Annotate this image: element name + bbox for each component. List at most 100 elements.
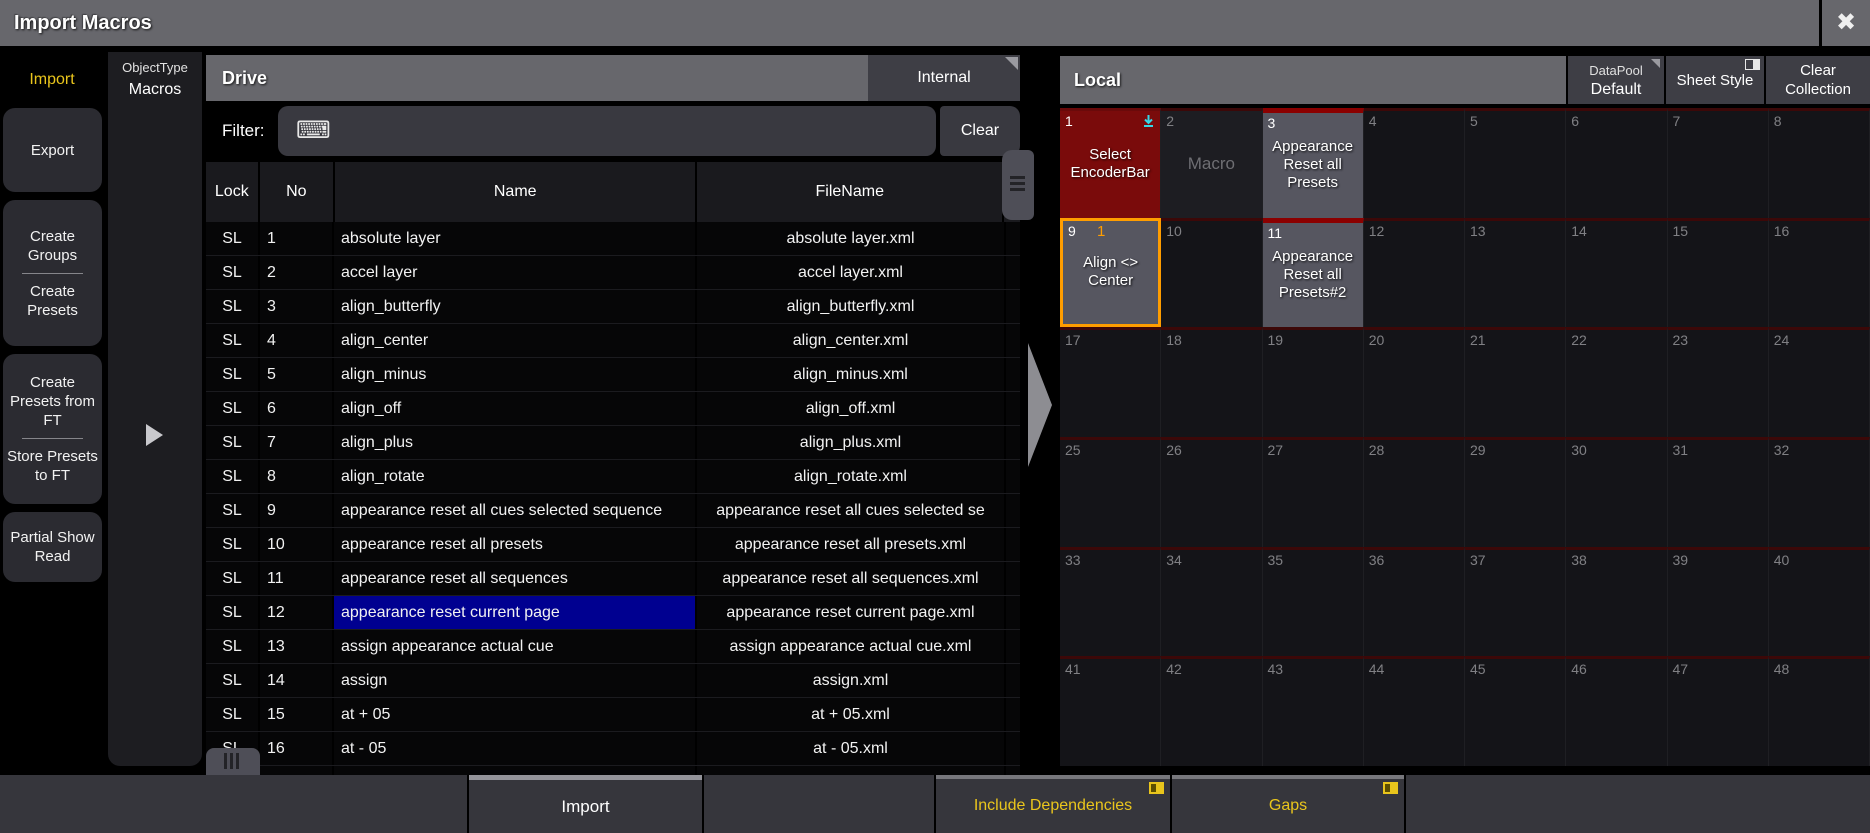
table-row[interactable]: SL8align_rotatealign_rotate.xml bbox=[206, 460, 1020, 494]
cell-filename[interactable]: appearance reset all cues selected se bbox=[697, 494, 1006, 527]
column-header-no[interactable]: No bbox=[260, 162, 335, 222]
cell-lock[interactable]: SL bbox=[206, 426, 260, 459]
pool-cell-32[interactable]: 32 bbox=[1769, 437, 1870, 547]
column-header-name[interactable]: Name bbox=[335, 162, 697, 222]
cell-name[interactable]: align_off bbox=[334, 392, 697, 425]
pool-cell-16[interactable]: 16 bbox=[1769, 218, 1870, 328]
table-row[interactable]: SL5align_minusalign_minus.xml bbox=[206, 358, 1020, 392]
cell-filename[interactable]: appearance reset current page.xml bbox=[697, 596, 1006, 629]
cell-filename[interactable]: assign appearance actual cue.xml bbox=[697, 630, 1006, 663]
cell-filename[interactable]: absolute layer.xml bbox=[697, 222, 1006, 255]
play-arrow-icon[interactable] bbox=[146, 424, 163, 446]
cell-no[interactable]: 17 bbox=[260, 766, 334, 775]
cell-name[interactable]: appearance reset all presets bbox=[334, 528, 697, 561]
table-row[interactable]: SL10appearance reset all presetsappearan… bbox=[206, 528, 1020, 562]
cell-lock[interactable]: SL bbox=[206, 290, 260, 323]
datapool-button[interactable]: DataPool Default bbox=[1568, 56, 1664, 104]
pool-cell-12[interactable]: 12 bbox=[1364, 218, 1465, 328]
table-row[interactable]: SL6align_offalign_off.xml bbox=[206, 392, 1020, 426]
close-button[interactable]: ✖ bbox=[1819, 0, 1870, 46]
cell-no[interactable]: 10 bbox=[260, 528, 334, 561]
create-groups-button[interactable]: Create Groups bbox=[3, 221, 102, 271]
pool-cell-8[interactable]: 8 bbox=[1769, 108, 1870, 218]
cell-filename[interactable]: accel layer.xml bbox=[697, 256, 1006, 289]
pool-cell-36[interactable]: 36 bbox=[1364, 547, 1465, 657]
pool-cell-22[interactable]: 22 bbox=[1566, 327, 1667, 437]
create-presets-button[interactable]: Create Presets bbox=[3, 276, 102, 326]
cell-name[interactable]: align_butterfly bbox=[334, 290, 697, 323]
cell-filename[interactable]: appearance reset all sequences.xml bbox=[697, 562, 1006, 595]
pool-cell-38[interactable]: 38 bbox=[1566, 547, 1667, 657]
table-row[interactable]: SL7align_plusalign_plus.xml bbox=[206, 426, 1020, 460]
cell-no[interactable]: 16 bbox=[260, 732, 334, 765]
pool-cell-35[interactable]: 35 bbox=[1263, 547, 1364, 657]
pool-cell-24[interactable]: 24 bbox=[1769, 327, 1870, 437]
cell-filename[interactable]: at + 05.xml bbox=[697, 698, 1006, 731]
drive-source-dropdown[interactable]: Internal bbox=[868, 55, 1020, 101]
horizontal-scrollbar-handle[interactable] bbox=[206, 748, 260, 775]
table-row[interactable]: SL4align_centeralign_center.xml bbox=[206, 324, 1020, 358]
pool-cell-2[interactable]: 2Macro bbox=[1161, 108, 1262, 218]
cell-name[interactable]: align_center bbox=[334, 324, 697, 357]
cell-no[interactable]: 6 bbox=[260, 392, 334, 425]
cell-filename[interactable]: at - 05.xml bbox=[697, 732, 1006, 765]
pool-cell-20[interactable]: 20 bbox=[1364, 327, 1465, 437]
object-type-value[interactable]: Macros bbox=[108, 81, 202, 99]
cell-name[interactable]: appearance reset all sequences bbox=[334, 562, 697, 595]
cell-no[interactable]: 5 bbox=[260, 358, 334, 391]
cell-no[interactable]: 11 bbox=[260, 562, 334, 595]
pool-cell-42[interactable]: 42 bbox=[1161, 656, 1262, 766]
cell-name[interactable]: at + 05 bbox=[334, 698, 697, 731]
pool-cell-10[interactable]: 10 bbox=[1161, 218, 1262, 328]
cell-no[interactable]: 3 bbox=[260, 290, 334, 323]
table-row[interactable]: SL14assignassign.xml bbox=[206, 664, 1020, 698]
pool-cell-17[interactable]: 17 bbox=[1060, 327, 1161, 437]
pool-cell-47[interactable]: 47 bbox=[1668, 656, 1769, 766]
table-row[interactable]: SL1absolute layerabsolute layer.xml bbox=[206, 222, 1020, 256]
pool-cell-3[interactable]: 3Appearance Reset all Presets bbox=[1263, 108, 1364, 218]
vertical-scrollbar-handle[interactable] bbox=[1002, 150, 1034, 220]
pool-cell-34[interactable]: 34 bbox=[1161, 547, 1262, 657]
cell-filename[interactable]: appearance reset all presets.xml bbox=[697, 528, 1006, 561]
cell-filename[interactable]: align_rotate.xml bbox=[697, 460, 1006, 493]
pool-cell-13[interactable]: 13 bbox=[1465, 218, 1566, 328]
pool-cell-18[interactable]: 18 bbox=[1161, 327, 1262, 437]
clear-collection-button[interactable]: Clear Collection bbox=[1766, 56, 1870, 104]
cell-name[interactable]: assign bbox=[334, 664, 697, 697]
pool-cell-33[interactable]: 33 bbox=[1060, 547, 1161, 657]
cell-filename[interactable]: assign.xml bbox=[697, 664, 1006, 697]
cell-filename[interactable]: align_off.xml bbox=[697, 392, 1006, 425]
pool-cell-44[interactable]: 44 bbox=[1364, 656, 1465, 766]
column-header-lock[interactable]: Lock bbox=[206, 162, 260, 222]
pool-cell-43[interactable]: 43 bbox=[1263, 656, 1364, 766]
cell-lock[interactable]: SL bbox=[206, 392, 260, 425]
cell-no[interactable]: 15 bbox=[260, 698, 334, 731]
pool-cell-31[interactable]: 31 bbox=[1668, 437, 1769, 547]
cell-lock[interactable]: SL bbox=[206, 596, 260, 629]
pool-cell-45[interactable]: 45 bbox=[1465, 656, 1566, 766]
table-row[interactable]: SL3align_butterflyalign_butterfly.xml bbox=[206, 290, 1020, 324]
export-button[interactable]: Export bbox=[3, 108, 102, 192]
pool-cell-28[interactable]: 28 bbox=[1364, 437, 1465, 547]
table-row[interactable]: SL15at + 05at + 05.xml bbox=[206, 698, 1020, 732]
cell-name[interactable]: accel layer bbox=[334, 256, 697, 289]
filter-input[interactable]: ⌨ bbox=[278, 106, 936, 156]
cell-filename[interactable]: align_center.xml bbox=[697, 324, 1006, 357]
clear-filter-button[interactable]: Clear bbox=[940, 106, 1020, 156]
gaps-toggle[interactable]: Gaps bbox=[1172, 775, 1404, 833]
sheet-style-button[interactable]: Sheet Style bbox=[1666, 56, 1764, 104]
cell-no[interactable]: 14 bbox=[260, 664, 334, 697]
cell-no[interactable]: 9 bbox=[260, 494, 334, 527]
cell-name[interactable]: at - 05 bbox=[334, 732, 697, 765]
pool-cell-5[interactable]: 5 bbox=[1465, 108, 1566, 218]
pool-cell-15[interactable]: 15 bbox=[1668, 218, 1769, 328]
create-presets-from-ft-button[interactable]: Create Presets from FT bbox=[3, 367, 102, 436]
table-row[interactable]: SL9appearance reset all cues selected se… bbox=[206, 494, 1020, 528]
table-row[interactable]: SL12appearance reset current pageappeara… bbox=[206, 596, 1020, 630]
cell-no[interactable]: 4 bbox=[260, 324, 334, 357]
pool-cell-27[interactable]: 27 bbox=[1263, 437, 1364, 547]
pool-cell-7[interactable]: 7 bbox=[1668, 108, 1769, 218]
pool-cell-29[interactable]: 29 bbox=[1465, 437, 1566, 547]
include-dependencies-toggle[interactable]: Include Dependencies bbox=[936, 775, 1170, 833]
cell-name[interactable]: align_rotate bbox=[334, 460, 697, 493]
